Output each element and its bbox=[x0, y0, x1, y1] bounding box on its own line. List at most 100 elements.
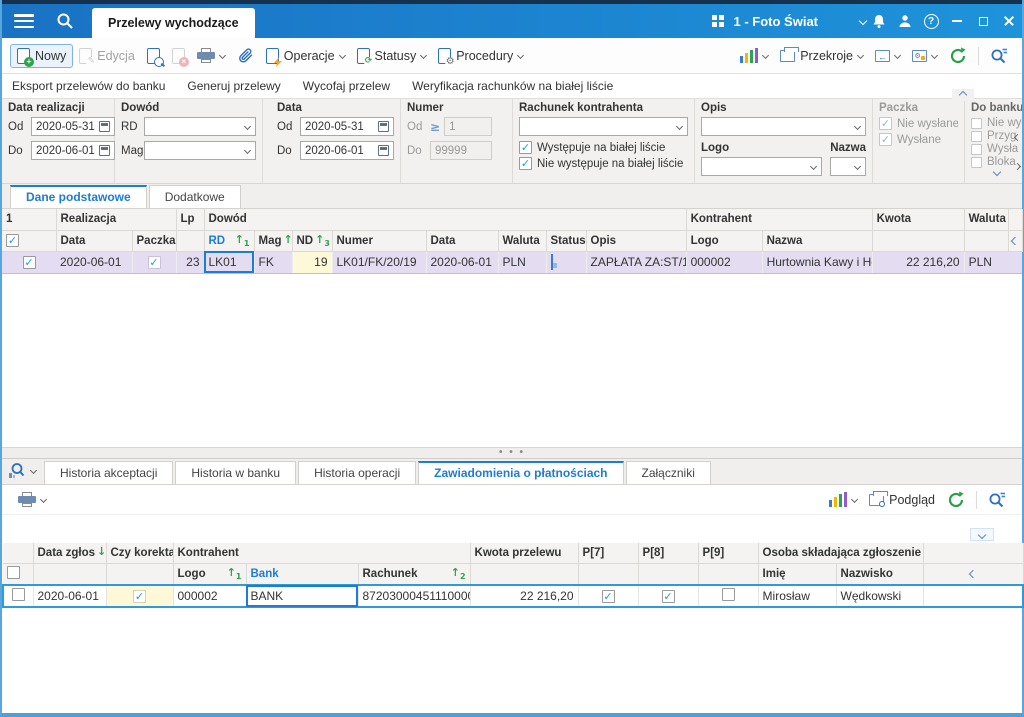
row-select-cell[interactable] bbox=[2, 250, 56, 274]
dowod-rd-combo[interactable] bbox=[144, 117, 256, 136]
col-header-czy-korekta[interactable]: Czy korekta bbox=[106, 543, 174, 564]
preview-button[interactable]: Podgląd bbox=[863, 490, 941, 510]
preview-document-button[interactable] bbox=[141, 45, 166, 67]
band-kontrahent[interactable]: Kontrahent bbox=[173, 543, 471, 564]
col-header-imie[interactable]: Imię bbox=[758, 563, 837, 586]
procedures-menu[interactable]: Procedury bbox=[432, 45, 529, 67]
transfer-row[interactable]: 2020-06-01 23 LK01 FK 19 LK01/FK/20/19 2… bbox=[2, 250, 1023, 274]
col-header-logo[interactable]: Logo ↑1 bbox=[173, 563, 247, 586]
select-all-checkbox[interactable] bbox=[6, 234, 19, 247]
cell-czy-korekta[interactable] bbox=[106, 583, 174, 608]
col-header-waluta-2[interactable]: Waluta bbox=[964, 209, 1009, 231]
bottom-analysis-button[interactable] bbox=[823, 489, 864, 510]
tab-historia-operacji[interactable]: Historia operacji bbox=[298, 461, 417, 485]
cell-waluta[interactable]: PLN bbox=[498, 250, 547, 274]
cell-logo[interactable]: 000002 bbox=[686, 250, 763, 274]
col-header-p9[interactable]: P[9] bbox=[698, 543, 759, 564]
panel-expand-button[interactable] bbox=[970, 528, 994, 542]
col-header-logo[interactable]: Logo bbox=[686, 230, 763, 252]
do-banku-expand-chevron-icon[interactable] bbox=[992, 167, 1001, 177]
cell-paczka[interactable] bbox=[132, 250, 177, 274]
cell-nazwa[interactable]: Hurtownia Kawy i Herbaty bbox=[762, 250, 873, 274]
col-header-lp[interactable]: Lp bbox=[176, 209, 205, 231]
notifications-button[interactable] bbox=[866, 14, 892, 29]
bottom-print-button[interactable] bbox=[12, 489, 52, 510]
select-all-checkbox[interactable] bbox=[7, 565, 20, 579]
cell-numer[interactable]: LK01/FK/20/19 bbox=[332, 250, 427, 274]
cell-lp[interactable]: 23 bbox=[176, 250, 205, 274]
calendar-icon[interactable] bbox=[98, 145, 110, 156]
col-header-data[interactable]: Data bbox=[426, 230, 499, 252]
greater-equal-icon[interactable]: ≥ bbox=[430, 120, 440, 134]
col-header-bank[interactable]: Bank bbox=[246, 563, 359, 586]
cell-p8[interactable] bbox=[638, 583, 699, 608]
col-header-numer[interactable]: Numer bbox=[332, 230, 427, 252]
company-selector[interactable]: 1 - Foto Świat bbox=[711, 14, 818, 29]
statuses-menu[interactable]: Statusy bbox=[351, 45, 433, 67]
data-realizacji-od-input[interactable]: 2020-05-31 bbox=[31, 117, 115, 136]
p7-checkbox[interactable] bbox=[601, 589, 615, 603]
data-od-input[interactable]: 2020-05-31 bbox=[300, 117, 394, 136]
tab-dane-podstawowe[interactable]: Dane podstawowe bbox=[10, 185, 147, 208]
numer-od-input[interactable]: 1 bbox=[444, 117, 493, 136]
refresh-button[interactable] bbox=[943, 44, 973, 68]
link-whitelist-verification[interactable]: Weryfikacja rachunków na białej liście bbox=[412, 79, 613, 93]
cell-logo[interactable]: 000002 bbox=[173, 583, 247, 608]
filter-collapse-button[interactable] bbox=[952, 89, 974, 101]
data-do-input[interactable]: 2020-06-01 bbox=[300, 141, 394, 160]
logo-combo[interactable] bbox=[701, 157, 823, 176]
col-header-status[interactable]: Status bbox=[546, 230, 587, 252]
col-header-kwota[interactable]: Kwota bbox=[872, 209, 965, 231]
minimize-button[interactable] bbox=[944, 4, 970, 38]
print-button[interactable] bbox=[191, 45, 231, 66]
cell-p9[interactable] bbox=[698, 583, 759, 608]
rachunek-kontrahenta-combo[interactable] bbox=[519, 117, 688, 136]
cell-opis[interactable]: ZAPŁATA ZA:ST/123/2020 bbox=[586, 250, 687, 274]
grid-edge-collapse[interactable] bbox=[923, 563, 1024, 586]
col-header-paczka[interactable]: Paczka bbox=[132, 230, 177, 252]
band-osoba-skladajaca[interactable]: Osoba składająca zgłoszenie bbox=[758, 543, 924, 564]
numer-do-input[interactable]: 99999 bbox=[430, 141, 492, 160]
cell-mag[interactable]: FK bbox=[254, 250, 293, 274]
cell-data-realizacji[interactable]: 2020-06-01 bbox=[56, 250, 133, 274]
analysis-button[interactable] bbox=[734, 45, 775, 66]
col-header-data-zglos[interactable]: Data zgłos↓3 bbox=[33, 543, 107, 564]
col-header-mag[interactable]: Mag↑2 bbox=[254, 230, 293, 252]
p9-checkbox[interactable] bbox=[721, 587, 735, 601]
cell-data-zglos[interactable]: 2020-06-01 bbox=[33, 583, 107, 608]
cell-kwota[interactable]: 22 216,20 bbox=[872, 250, 965, 274]
band-realizacja[interactable]: Realizacja bbox=[56, 209, 177, 231]
views-menu[interactable]: Przekroje bbox=[774, 46, 869, 66]
menu-icon[interactable] bbox=[14, 14, 34, 28]
bottom-grid-empty-area[interactable] bbox=[2, 607, 1022, 713]
tab-historia-w-banku[interactable]: Historia w banku bbox=[175, 461, 297, 485]
panel-splitter[interactable] bbox=[2, 447, 1022, 460]
module-tab[interactable]: Przelewy wychodzące bbox=[92, 8, 255, 38]
cell-waluta-2[interactable]: PLN bbox=[964, 250, 1009, 274]
edit-button[interactable]: Edycja bbox=[73, 45, 141, 67]
new-button[interactable]: Nowy bbox=[10, 43, 74, 68]
opis-combo[interactable] bbox=[701, 117, 866, 136]
whitelist-present-checkbox[interactable] bbox=[519, 141, 532, 154]
notification-row[interactable]: 2020-06-01 000002 BANK 87203000451110000… bbox=[2, 583, 1024, 608]
cell-bank-focused[interactable]: BANK bbox=[246, 583, 359, 608]
cell-rd-focused[interactable]: LK01 bbox=[204, 250, 255, 274]
col-header-opis[interactable]: Opis bbox=[586, 230, 687, 252]
nazwa-combo[interactable] bbox=[830, 157, 866, 176]
band-dowod[interactable]: Dowód bbox=[204, 209, 687, 231]
help-button[interactable] bbox=[918, 13, 944, 29]
row-checkbox[interactable] bbox=[11, 587, 25, 601]
row-checkbox[interactable] bbox=[22, 256, 36, 269]
p8-checkbox[interactable] bbox=[661, 589, 675, 603]
data-realizacji-do-input[interactable]: 2020-06-01 bbox=[31, 141, 115, 160]
link-generate-transfers[interactable]: Generuj przelewy bbox=[187, 79, 280, 93]
delete-button[interactable] bbox=[166, 45, 191, 67]
col-header-p8[interactable]: P[8] bbox=[638, 543, 699, 564]
row-select-cell[interactable] bbox=[2, 583, 34, 608]
cell-data[interactable]: 2020-06-01 bbox=[426, 250, 499, 274]
bottom-print-chevron-down-icon[interactable] bbox=[39, 496, 48, 504]
col-header-kwota-przelewu[interactable]: Kwota przelewu bbox=[470, 543, 579, 564]
calendar-icon[interactable] bbox=[378, 145, 389, 156]
link-withdraw-transfer[interactable]: Wycofaj przelew bbox=[303, 79, 390, 93]
col-header-p7[interactable]: P[7] bbox=[578, 543, 639, 564]
